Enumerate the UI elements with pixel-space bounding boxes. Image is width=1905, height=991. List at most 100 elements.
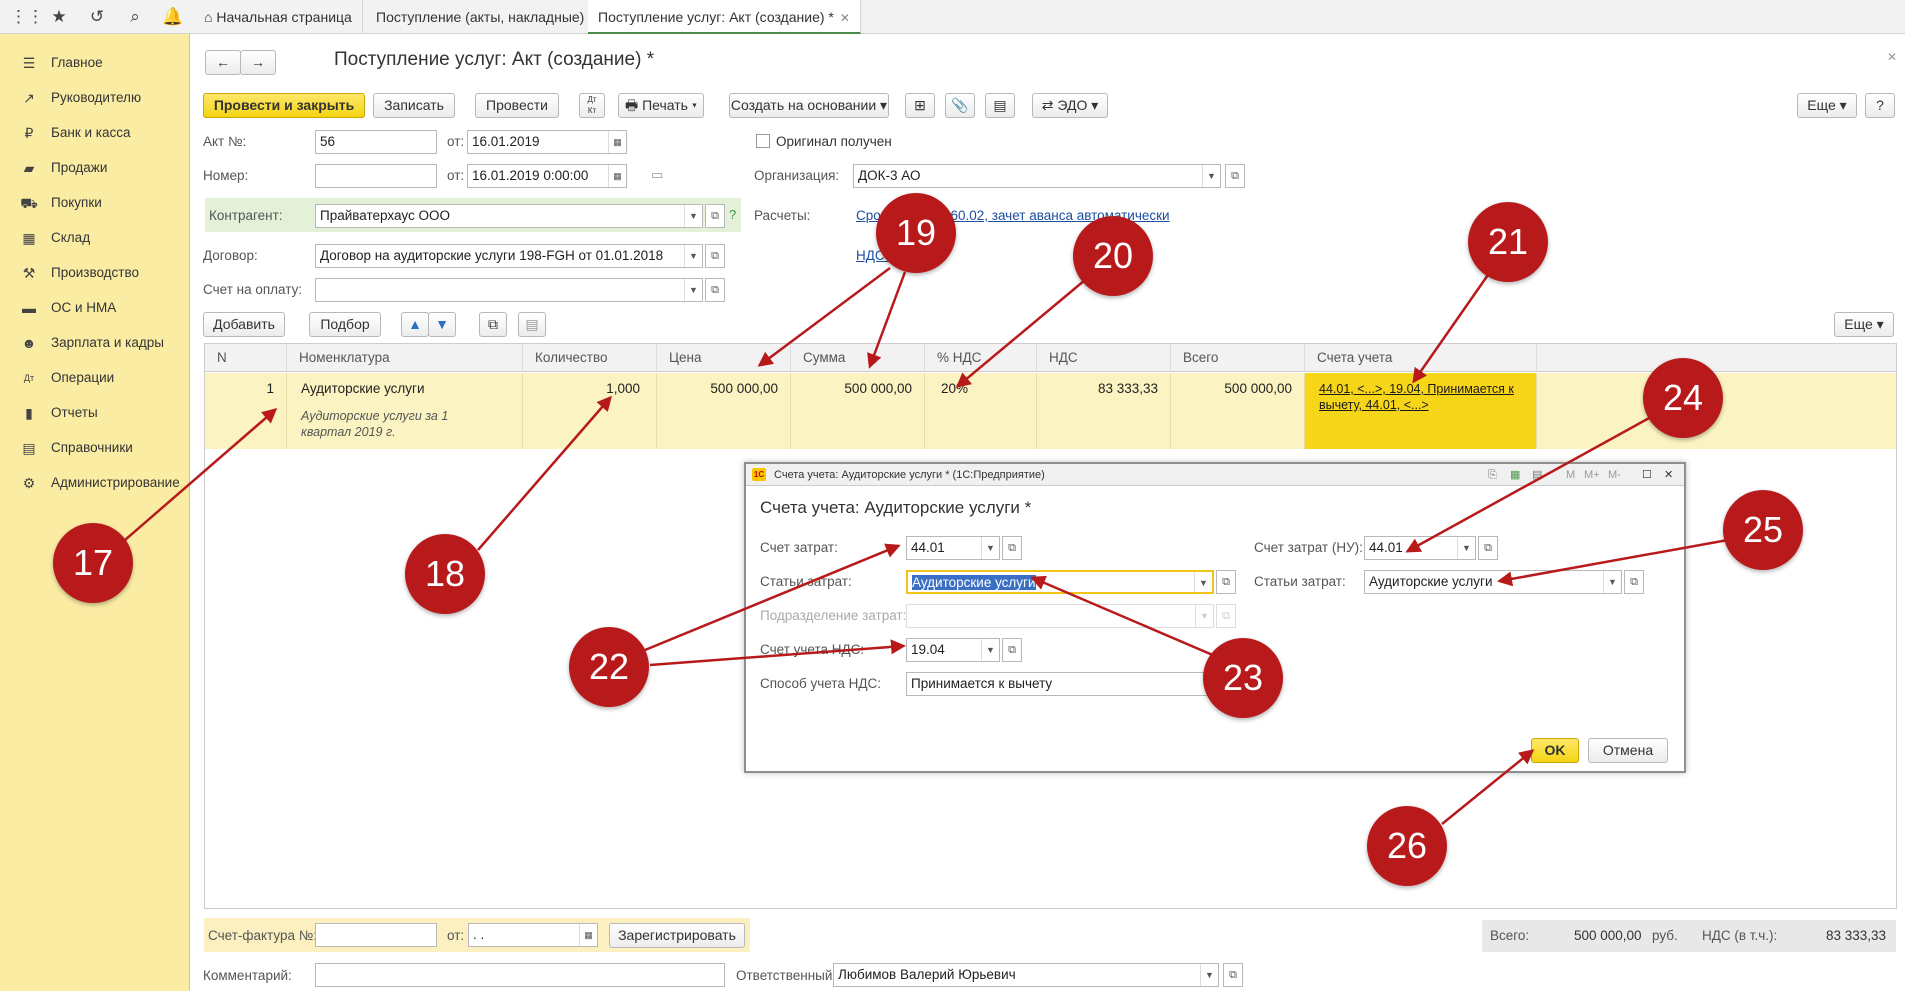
chevron-down-icon[interactable]: ▼ (1603, 571, 1621, 593)
close-icon[interactable]: ✕ (1664, 464, 1673, 486)
tab-receipts[interactable]: Поступление (акты, накладные) (366, 0, 596, 34)
division-input[interactable]: ▼ (906, 604, 1214, 628)
calendar-icon[interactable]: ▤ (1532, 464, 1542, 486)
chevron-down-icon[interactable]: ▼ (981, 639, 999, 661)
back-button[interactable]: ← (205, 50, 241, 75)
contract-input[interactable]: Договор на аудиторские услуги 198-FGH от… (315, 244, 703, 268)
cost-account-nu-input[interactable]: 44.01 ▼ (1364, 536, 1476, 560)
vat-method-input[interactable]: Принимается к вычету (906, 672, 1214, 696)
column-header-nomenclature[interactable]: Номенклатура (287, 344, 523, 372)
copy-icon[interactable]: ⧉ (479, 312, 507, 337)
organization-input[interactable]: ДОК-3 АО ▼ (853, 164, 1221, 188)
sidebar-item-0[interactable]: ☰ Главное (0, 48, 190, 78)
cell-total[interactable]: 500 000,00 (1171, 373, 1305, 449)
sidebar-item-10[interactable]: ▮ Отчеты (0, 398, 190, 428)
original-received-checkbox[interactable] (756, 134, 770, 148)
memory-m-button[interactable]: M (1566, 464, 1575, 486)
sidebar-item-12[interactable]: ⚙ Администрирование (0, 468, 190, 498)
column-header-accounts[interactable]: Счета учета (1305, 344, 1537, 372)
column-header-total[interactable]: Всего (1171, 344, 1305, 372)
column-header-sum[interactable]: Сумма (791, 344, 925, 372)
calendar-icon[interactable]: ▦ (608, 131, 626, 153)
cost-items-nu-input[interactable]: Аудиторские услуги ▼ (1364, 570, 1622, 594)
open-icon[interactable]: ⧉ (1223, 963, 1243, 987)
column-header-vat[interactable]: НДС (1037, 344, 1171, 372)
create-based-on-button[interactable]: Создать на основании ▾ (729, 93, 889, 118)
open-icon[interactable]: ⧉ (1624, 570, 1644, 594)
open-icon[interactable]: ⧉ (1002, 638, 1022, 662)
calendar-icon[interactable]: ▦ (579, 924, 597, 946)
responsible-input[interactable]: Любимов Валерий Юрьевич ▼ (833, 963, 1219, 987)
column-header-quantity[interactable]: Количество (523, 344, 657, 372)
apps-grid-icon[interactable]: ⋮⋮ (10, 4, 44, 30)
cost-account-input[interactable]: 44.01 ▼ (906, 536, 1000, 560)
cell-vat-rate[interactable]: 20% (925, 373, 1037, 449)
chevron-down-icon[interactable]: ▼ (684, 205, 702, 227)
counterparty-input[interactable]: Прайватерхаус ООО ▼ (315, 204, 703, 228)
chevron-down-icon[interactable]: ▼ (1202, 165, 1220, 187)
chevron-down-icon[interactable]: ▼ (1194, 572, 1212, 592)
edo-button[interactable]: ⇄ ЭДО ▾ (1032, 93, 1108, 118)
column-header-price[interactable]: Цена (657, 344, 791, 372)
cost-items-input[interactable]: Аудиторские услуги ▼ (906, 570, 1214, 594)
open-icon[interactable]: ⧉ (705, 204, 725, 228)
forward-button[interactable]: → (240, 50, 276, 75)
search-icon[interactable]: ⌕ (122, 4, 148, 30)
register-button[interactable]: Зарегистрировать (609, 923, 745, 948)
chevron-down-icon[interactable]: ▼ (1195, 605, 1213, 627)
chevron-down-icon[interactable]: ▼ (1457, 537, 1475, 559)
act-number-input[interactable]: 56 (315, 130, 437, 154)
sidebar-item-9[interactable]: Дт Операции (0, 363, 190, 393)
sidebar-item-1[interactable]: ↗ Руководителю (0, 83, 190, 113)
link-icon[interactable]: ⎘ (1488, 464, 1497, 486)
document-icon[interactable]: ▤ (985, 93, 1015, 118)
tab-home[interactable]: ⌂ Начальная страница (194, 0, 363, 34)
save-button[interactable]: Записать (373, 93, 455, 118)
print-button[interactable]: 🖶 Печать ▾ (618, 93, 704, 118)
open-icon[interactable]: ⧉ (1478, 536, 1498, 560)
vat-account-input[interactable]: 19.04 ▼ (906, 638, 1000, 662)
sidebar-item-6[interactable]: ⚒ Производство (0, 258, 190, 288)
calendar-icon[interactable]: ▦ (608, 165, 626, 187)
open-icon[interactable]: ⧉ (705, 278, 725, 302)
invoice-pay-input[interactable]: ▼ (315, 278, 703, 302)
comment-input[interactable] (315, 963, 725, 987)
chevron-down-icon[interactable]: ▼ (684, 279, 702, 301)
cell-accounts[interactable]: 44.01, <...>, 19.04, Принимается к вычет… (1305, 373, 1537, 449)
paste-icon[interactable]: ▤ (518, 312, 546, 337)
sidebar-item-8[interactable]: ☻ Зарплата и кадры (0, 328, 190, 358)
open-icon[interactable]: ⧉ (1002, 536, 1022, 560)
sidebar-item-4[interactable]: ⛟ Покупки (0, 188, 190, 218)
cell-nomenclature[interactable]: Аудиторские услуги Аудиторские услуги за… (287, 373, 523, 449)
cell-vat[interactable]: 83 333,33 (1037, 373, 1171, 449)
sidebar-item-5[interactable]: ▦ Склад (0, 223, 190, 253)
invoice-date-input[interactable]: . . ▦ (468, 923, 598, 947)
open-icon[interactable]: ⧉ (1216, 570, 1236, 594)
memory-plus-button[interactable]: M+ (1584, 464, 1600, 486)
table-more-button[interactable]: Еще ▾ (1834, 312, 1894, 337)
chevron-down-icon[interactable]: ▼ (1200, 964, 1218, 986)
move-up-icon[interactable]: ▲ (401, 312, 429, 337)
sidebar-item-3[interactable]: ▰ Продажи (0, 153, 190, 183)
sidebar-item-11[interactable]: ▤ Справочники (0, 433, 190, 463)
sidebar-item-2[interactable]: ₽ Банк и касса (0, 118, 190, 148)
cancel-button[interactable]: Отмена (1588, 738, 1668, 763)
sidebar-item-7[interactable]: ▬ ОС и НМА (0, 293, 190, 323)
open-icon[interactable]: ⧉ (705, 244, 725, 268)
close-icon[interactable]: ✕ (840, 11, 850, 25)
paperclip-icon[interactable]: 📎 (945, 93, 975, 118)
move-down-icon[interactable]: ▼ (428, 312, 456, 337)
tab-services-act[interactable]: Поступление услуг: Акт (создание) * ✕ (588, 0, 861, 34)
structure-icon[interactable]: ⊞ (905, 93, 935, 118)
comment-icon[interactable]: ▭ (651, 167, 663, 183)
maximize-icon[interactable]: ☐ (1642, 464, 1652, 486)
act-date-input[interactable]: 16.01.2019 ▦ (467, 130, 627, 154)
chevron-down-icon[interactable]: ▼ (981, 537, 999, 559)
close-icon[interactable]: ✕ (1887, 50, 1897, 64)
chevron-down-icon[interactable]: ▼ (684, 245, 702, 267)
cell-sum[interactable]: 500 000,00 (791, 373, 925, 449)
open-icon[interactable]: ⧉ (1216, 604, 1236, 628)
counterparty-help-icon[interactable]: ? (729, 207, 736, 222)
column-header-n[interactable]: N (205, 344, 287, 372)
memory-minus-button[interactable]: M- (1608, 464, 1621, 486)
